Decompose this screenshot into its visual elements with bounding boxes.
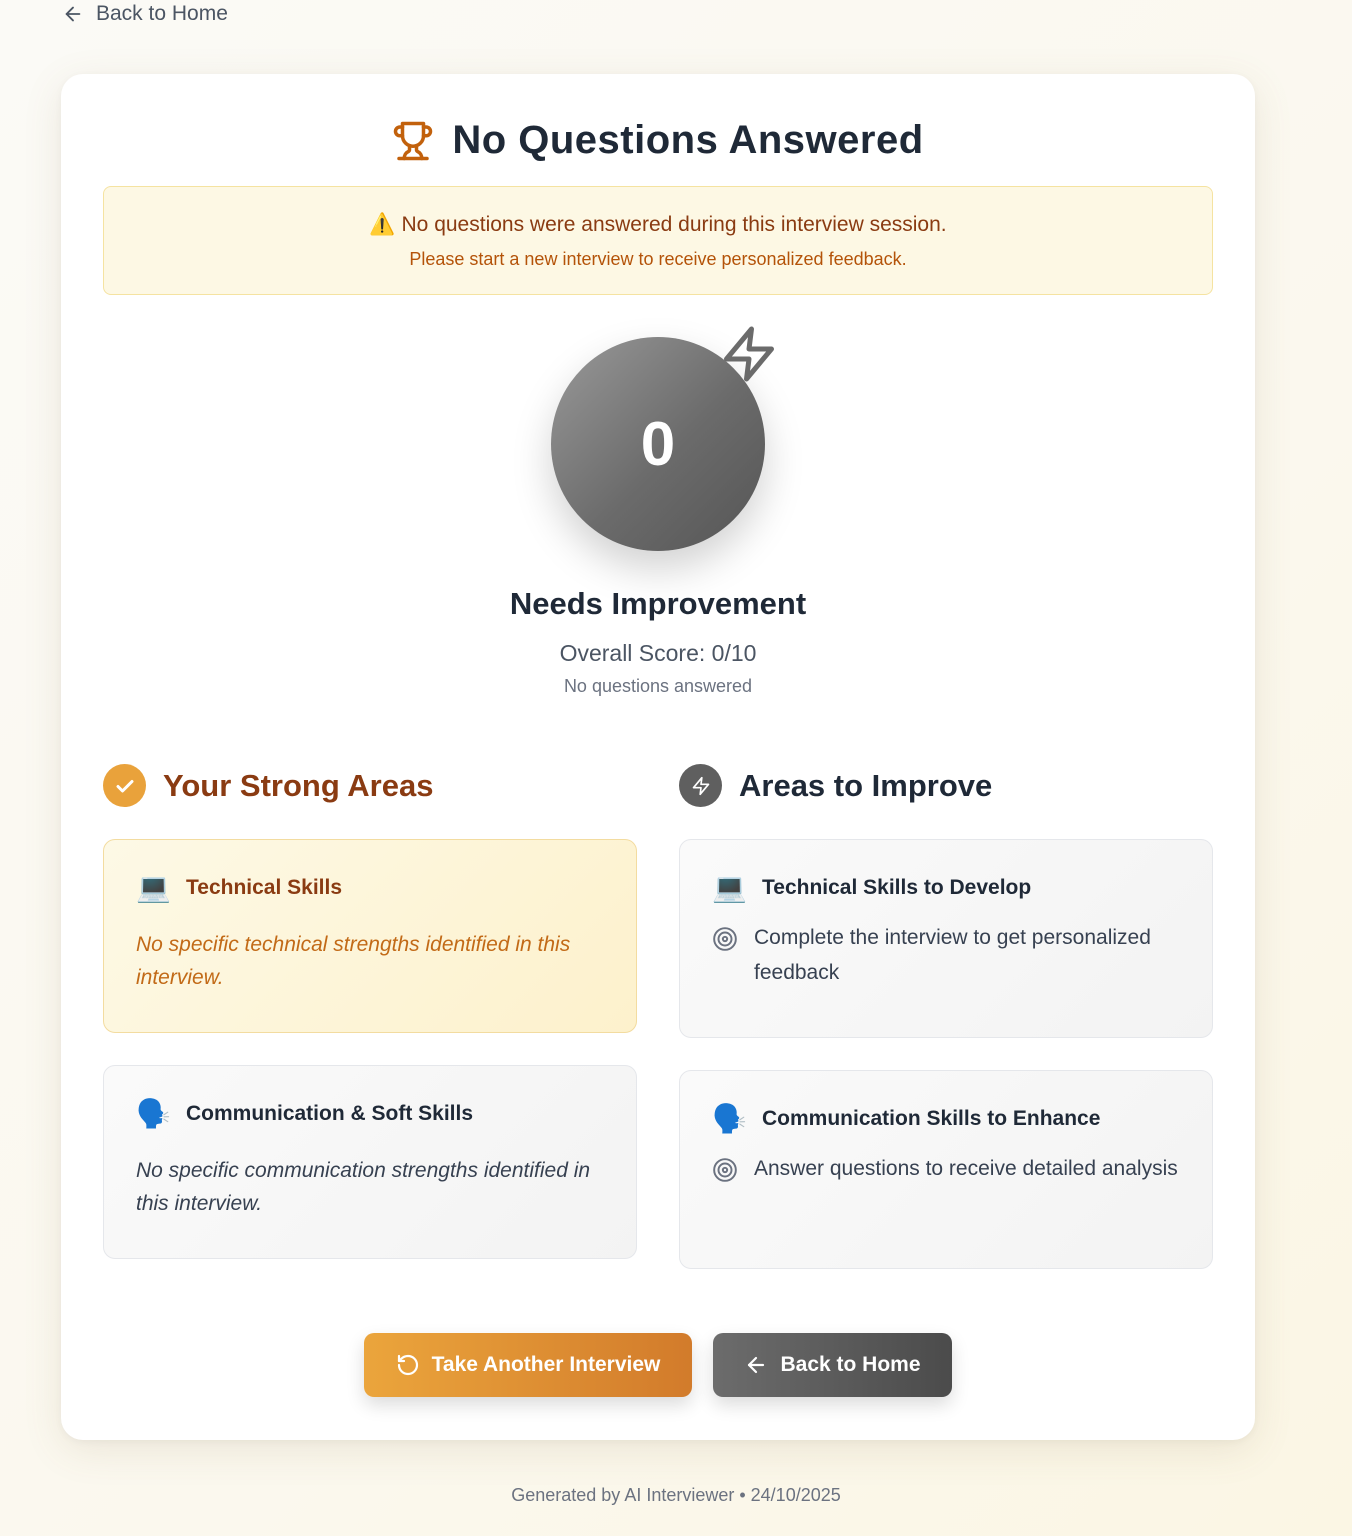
strong-areas-title: Your Strong Areas — [163, 767, 434, 803]
improve-areas-title: Areas to Improve — [739, 767, 993, 803]
arrow-left-icon — [65, 6, 81, 22]
improve-technical-item: Complete the interview to get personaliz… — [754, 926, 1151, 984]
back-link-label: Back to Home — [96, 2, 228, 25]
strong-communication-text: No specific communication strengths iden… — [136, 1159, 591, 1215]
lightning-icon — [724, 326, 774, 382]
improve-communication-card: 🗣️ Communication Skills to Enhance Answe… — [679, 1070, 1213, 1269]
notice-headline: No questions were answered during this i… — [401, 213, 947, 236]
lightning-circle-icon — [679, 764, 722, 807]
speaking-head-icon: 🗣️ — [712, 1103, 747, 1134]
back-to-home-button[interactable]: Back to Home — [713, 1333, 952, 1397]
take-another-interview-button[interactable]: Take Another Interview — [364, 1333, 692, 1397]
strong-technical-title: Technical Skills — [186, 876, 343, 899]
score-badge: 0 — [551, 326, 774, 551]
footer-text: Generated by AI Interviewer • 24/10/2025 — [511, 1485, 841, 1505]
retry-button-label: Take Another Interview — [431, 1353, 661, 1376]
list-item: Complete the interview to get personaliz… — [712, 924, 1180, 990]
check-circle-icon — [103, 764, 146, 807]
strong-communication-title: Communication & Soft Skills — [186, 1102, 474, 1125]
home-button-label: Back to Home — [780, 1353, 921, 1376]
improve-technical-card: 💻 Technical Skills to Develop Complete t… — [679, 839, 1213, 1038]
no-answers-notice: ⚠️ No questions were answered during thi… — [103, 186, 1213, 295]
warning-icon: ⚠️ — [369, 213, 396, 236]
improve-technical-title: Technical Skills to Develop — [762, 876, 1032, 899]
rotate-ccw-icon — [397, 1354, 418, 1376]
target-icon — [713, 927, 737, 951]
trophy-icon — [394, 121, 433, 160]
strong-technical-card: 💻 Technical Skills No specific technical… — [103, 839, 637, 1033]
score-note: No questions answered — [563, 676, 753, 696]
results-card: No Questions Answered ⚠️ No questions we… — [61, 74, 1255, 1440]
speaking-head-icon: 🗣️ — [136, 1098, 171, 1129]
laptop-icon: 💻 — [712, 872, 747, 903]
strong-communication-card: 🗣️ Communication & Soft Skills No specif… — [103, 1065, 637, 1259]
improve-communication-title: Communication Skills to Enhance — [762, 1107, 1101, 1130]
improve-communication-item: Answer questions to receive detailed ana… — [754, 1157, 1178, 1180]
target-icon — [713, 1158, 737, 1182]
page-title: No Questions Answered — [452, 118, 924, 162]
strong-technical-text: No specific technical strengths identifi… — [136, 933, 571, 989]
list-item: Answer questions to receive detailed ana… — [712, 1155, 1180, 1186]
notice-detail: Please start a new interview to receive … — [409, 249, 907, 269]
arrow-left-icon — [748, 1356, 765, 1374]
page-title-row: No Questions Answered — [61, 118, 1255, 163]
strong-areas-heading: Your Strong Areas — [103, 764, 433, 807]
laptop-icon: 💻 — [136, 872, 171, 903]
improve-areas-heading: Areas to Improve — [679, 764, 992, 807]
back-to-home-link[interactable]: Back to Home — [62, 2, 228, 26]
overall-score: Overall Score: 0/10 — [559, 640, 757, 666]
rating-label: Needs Improvement — [509, 586, 807, 621]
